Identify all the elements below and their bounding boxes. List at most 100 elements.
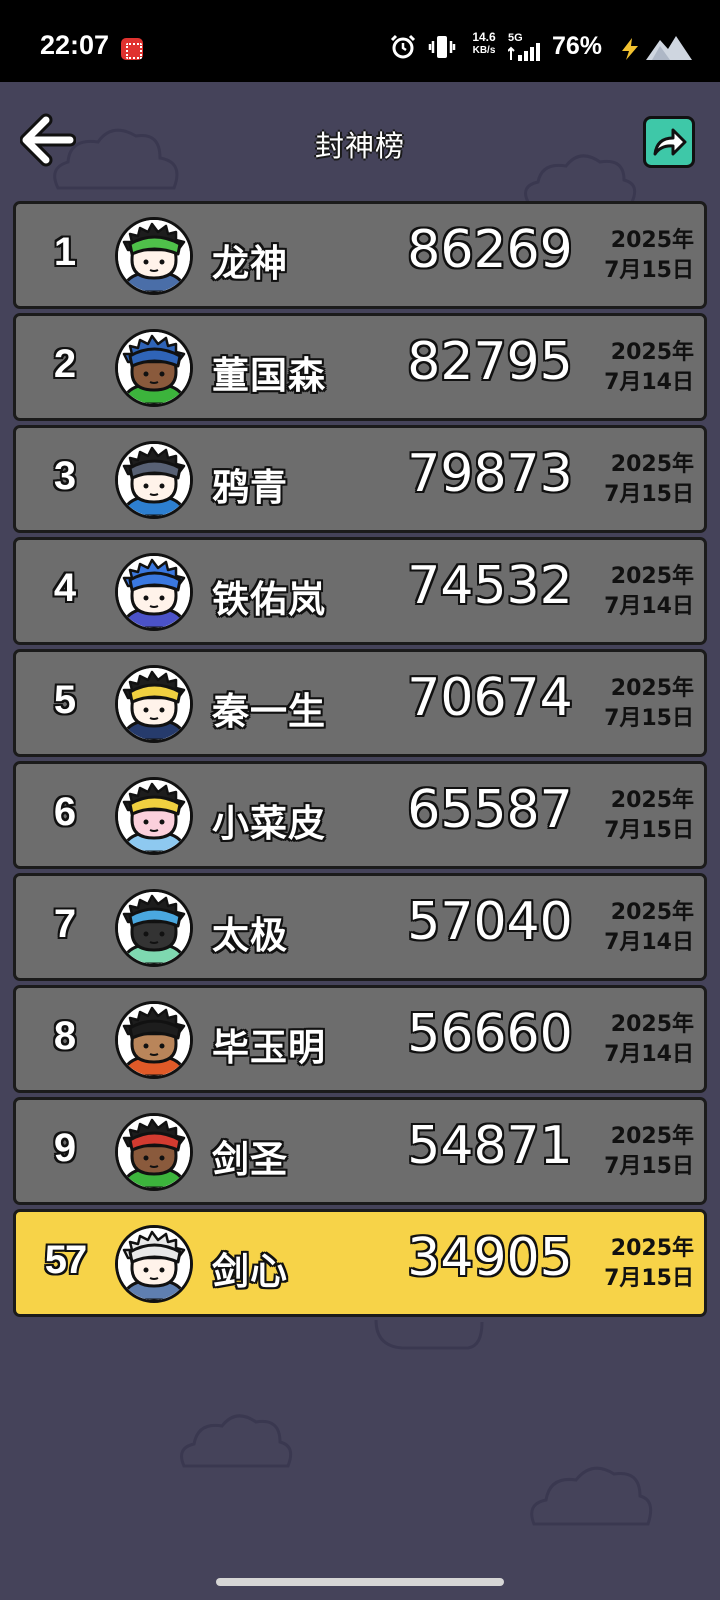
record-date: 2025年 7月14日 bbox=[594, 562, 694, 622]
record-date: 2025年 7月14日 bbox=[594, 1010, 694, 1070]
record-date: 2025年 7月15日 bbox=[594, 1122, 694, 1182]
current-user-row[interactable]: 57 剑心 34905 2025年 7月15日 bbox=[13, 1209, 707, 1317]
leaderboard-row[interactable]: 1 龙神 86269 2025年 7月15日 bbox=[13, 201, 707, 309]
player-score: 70674 bbox=[407, 668, 573, 728]
leaderboard-row[interactable]: 5 秦一生 70674 2025年 7月15日 bbox=[13, 649, 707, 757]
player-score: 65587 bbox=[407, 780, 573, 840]
background-cloud-decoration bbox=[530, 1466, 653, 1526]
player-avatar bbox=[115, 1113, 193, 1191]
character-portrait bbox=[118, 444, 190, 516]
record-date: 2025年 7月15日 bbox=[594, 1234, 694, 1294]
record-date-day: 7月14日 bbox=[604, 370, 694, 395]
record-date-day: 7月14日 bbox=[604, 930, 694, 955]
home-indicator[interactable] bbox=[216, 1578, 504, 1586]
player-avatar bbox=[115, 665, 193, 743]
player-avatar bbox=[115, 777, 193, 855]
player-name: 龙神 bbox=[212, 242, 288, 285]
character-portrait bbox=[118, 1116, 190, 1188]
player-name: 铁佑岚 bbox=[212, 578, 326, 621]
background-cloud-decoration bbox=[374, 1319, 484, 1350]
character-portrait bbox=[118, 668, 190, 740]
leaderboard-row[interactable]: 7 太极 57040 2025年 7月14日 bbox=[13, 873, 707, 981]
record-date-year: 2025年 bbox=[610, 340, 694, 365]
rank-number: 2 bbox=[53, 342, 77, 386]
record-date-day: 7月15日 bbox=[604, 818, 694, 843]
player-score: 82795 bbox=[407, 332, 573, 392]
network-speed-unit: KB/s bbox=[472, 45, 496, 56]
record-date-day: 7月15日 bbox=[604, 482, 694, 507]
vibrate-icon bbox=[428, 36, 456, 58]
player-score: 57040 bbox=[407, 892, 573, 952]
share-button[interactable] bbox=[643, 116, 695, 168]
player-avatar bbox=[115, 889, 193, 967]
rank-number: 1 bbox=[53, 230, 77, 274]
record-date-year: 2025年 bbox=[610, 1236, 694, 1261]
rank-number: 3 bbox=[53, 454, 77, 498]
player-score: 79873 bbox=[407, 444, 573, 504]
rank-number: 8 bbox=[53, 1014, 77, 1058]
network-speed-value: 14.6 bbox=[472, 30, 496, 44]
network-speed: 14.6 KB/s bbox=[464, 31, 504, 57]
player-name: 毕玉明 bbox=[212, 1026, 326, 1069]
leaderboard-row[interactable]: 3 鸦青 79873 2025年 7月15日 bbox=[13, 425, 707, 533]
status-bar: 22:07 14.6 KB/s 5G 76% bbox=[0, 0, 720, 82]
record-date-year: 2025年 bbox=[610, 452, 694, 477]
character-portrait bbox=[118, 892, 190, 964]
record-date-day: 7月14日 bbox=[604, 594, 694, 619]
leaderboard-row[interactable]: 8 毕玉明 56660 2025年 7月14日 bbox=[13, 985, 707, 1093]
weather-mountain-icon bbox=[646, 36, 692, 60]
character-portrait bbox=[118, 220, 190, 292]
player-avatar bbox=[115, 553, 193, 631]
record-date-year: 2025年 bbox=[610, 676, 694, 701]
player-name: 董国森 bbox=[212, 354, 326, 397]
rank-number: 7 bbox=[53, 902, 77, 946]
player-avatar bbox=[115, 441, 193, 519]
leaderboard-row[interactable]: 9 剑圣 54871 2025年 7月15日 bbox=[13, 1097, 707, 1205]
record-date-day: 7月15日 bbox=[604, 1266, 694, 1291]
status-time: 22:07 bbox=[40, 30, 110, 60]
leaderboard-row[interactable]: 4 铁佑岚 74532 2025年 7月14日 bbox=[13, 537, 707, 645]
rank-number: 5 bbox=[53, 678, 77, 722]
character-portrait bbox=[118, 556, 190, 628]
player-name: 鸦青 bbox=[212, 466, 288, 509]
player-score: 34905 bbox=[407, 1228, 573, 1288]
alarm-icon bbox=[390, 34, 416, 59]
player-avatar bbox=[115, 1001, 193, 1079]
record-date: 2025年 7月15日 bbox=[594, 786, 694, 846]
record-date-year: 2025年 bbox=[610, 1012, 694, 1037]
record-date: 2025年 7月15日 bbox=[594, 450, 694, 510]
player-name: 剑心 bbox=[212, 1250, 288, 1293]
rank-number: 6 bbox=[53, 790, 77, 834]
player-name: 剑圣 bbox=[212, 1138, 288, 1181]
rank-number: 4 bbox=[53, 566, 77, 610]
battery-level: 76% bbox=[552, 32, 603, 60]
player-avatar bbox=[115, 329, 193, 407]
player-avatar bbox=[115, 217, 193, 295]
record-date: 2025年 7月14日 bbox=[594, 338, 694, 398]
player-name: 小菜皮 bbox=[212, 802, 326, 845]
share-arrow-icon bbox=[653, 128, 687, 156]
charging-bolt-icon bbox=[622, 38, 638, 60]
record-date-day: 7月15日 bbox=[604, 258, 694, 283]
player-name: 秦一生 bbox=[212, 690, 326, 733]
record-date: 2025年 7月15日 bbox=[594, 226, 694, 286]
signal-icon bbox=[508, 43, 540, 61]
record-date-year: 2025年 bbox=[610, 788, 694, 813]
player-name: 太极 bbox=[212, 914, 288, 957]
character-portrait bbox=[118, 780, 190, 852]
record-date-day: 7月15日 bbox=[604, 1154, 694, 1179]
record-date-year: 2025年 bbox=[610, 1124, 694, 1149]
character-portrait bbox=[118, 332, 190, 404]
app-notification-icon bbox=[121, 38, 143, 60]
record-date-year: 2025年 bbox=[610, 564, 694, 589]
player-score: 86269 bbox=[407, 220, 573, 280]
record-date-year: 2025年 bbox=[610, 228, 694, 253]
background-cloud-decoration bbox=[180, 1414, 293, 1468]
rank-number: 9 bbox=[53, 1126, 77, 1170]
player-score: 56660 bbox=[407, 1004, 573, 1064]
status-indicators: 14.6 KB/s 5G 76% bbox=[370, 30, 720, 64]
leaderboard-row[interactable]: 2 董国森 82795 2025年 7月14日 bbox=[13, 313, 707, 421]
record-date-year: 2025年 bbox=[610, 900, 694, 925]
player-score: 54871 bbox=[407, 1116, 573, 1176]
leaderboard-row[interactable]: 6 小菜皮 65587 2025年 7月15日 bbox=[13, 761, 707, 869]
